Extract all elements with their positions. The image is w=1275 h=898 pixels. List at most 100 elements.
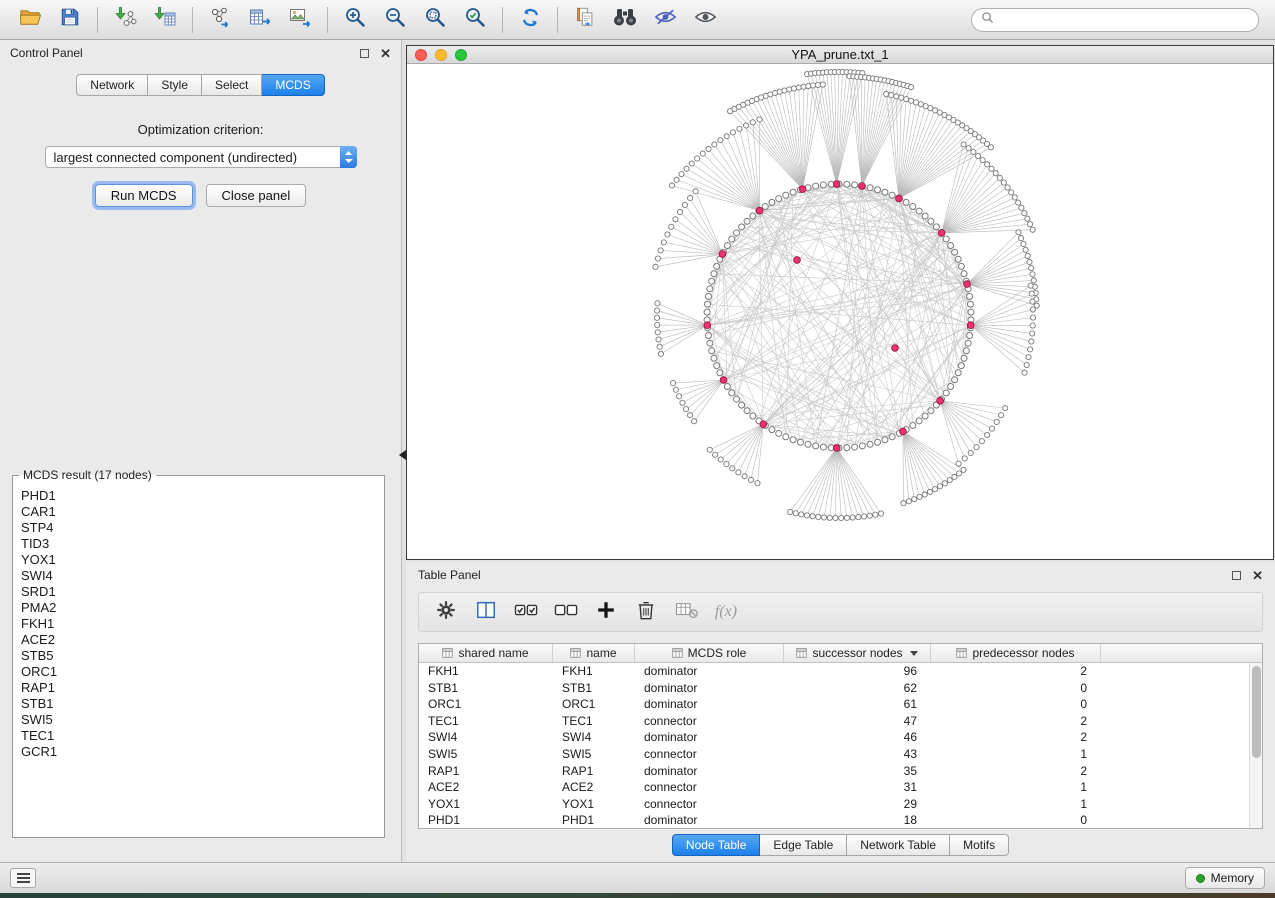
- table-row[interactable]: PHD1PHD1dominator180: [419, 812, 1249, 828]
- tab-node-table[interactable]: Node Table: [672, 834, 761, 856]
- memory-label: Memory: [1211, 871, 1254, 885]
- import-table-button[interactable]: [145, 4, 185, 36]
- apply-layout-button[interactable]: [510, 4, 550, 36]
- save-session-button[interactable]: [50, 4, 90, 36]
- table-row[interactable]: FKH1FKH1dominator962: [419, 663, 1249, 680]
- tab-network[interactable]: Network: [76, 74, 148, 96]
- cell-role: dominator: [635, 696, 784, 713]
- create-column-button[interactable]: [589, 597, 623, 627]
- table-scrollbar[interactable]: [1249, 663, 1262, 828]
- search-network-button[interactable]: [605, 4, 645, 36]
- table-panel-tabs: Node Table Edge Table Network Table Moti…: [406, 834, 1275, 856]
- memory-button[interactable]: Memory: [1185, 867, 1265, 889]
- close-panel-icon[interactable]: ✕: [1252, 571, 1263, 580]
- tab-style[interactable]: Style: [148, 74, 202, 96]
- deselect-all-rows-button[interactable]: [549, 597, 583, 627]
- tab-select[interactable]: Select: [202, 74, 262, 96]
- column-label: predecessor nodes: [972, 646, 1074, 660]
- zoom-in-button[interactable]: [335, 4, 375, 36]
- column-header-shared-name[interactable]: shared name: [419, 644, 553, 662]
- zoom-out-button[interactable]: [375, 4, 415, 36]
- search-input[interactable]: [1000, 13, 1249, 27]
- table-row[interactable]: ACE2ACE2connector311: [419, 779, 1249, 796]
- application-window: Control Panel ✕ Network Style Select MCD…: [0, 0, 1275, 893]
- mcds-result-item[interactable]: SWI5: [21, 712, 382, 728]
- show-all-button[interactable]: [685, 4, 725, 36]
- network-window-titlebar[interactable]: YPA_prune.txt_1: [407, 46, 1273, 64]
- hide-selected-button[interactable]: [645, 4, 685, 36]
- network-view[interactable]: [407, 64, 1273, 559]
- mcds-result-item[interactable]: PHD1: [21, 488, 382, 504]
- mcds-result-item[interactable]: RAP1: [21, 680, 382, 696]
- table-row[interactable]: SWI5SWI5connector431: [419, 746, 1249, 763]
- show-columns-button[interactable]: [469, 597, 503, 627]
- column-header-name[interactable]: name: [553, 644, 635, 662]
- control-panel-titlebar: Control Panel ✕: [0, 40, 401, 66]
- mcds-result-item[interactable]: STP4: [21, 520, 382, 536]
- table-row[interactable]: RAP1RAP1dominator352: [419, 763, 1249, 780]
- run-mcds-button[interactable]: Run MCDS: [95, 184, 193, 207]
- tab-motifs[interactable]: Motifs: [950, 834, 1009, 856]
- table-row[interactable]: SWI4SWI4dominator462: [419, 729, 1249, 746]
- zoom-fit-button[interactable]: [415, 4, 455, 36]
- export-image-button[interactable]: [280, 4, 320, 36]
- export-table-button[interactable]: [240, 4, 280, 36]
- delete-column-button[interactable]: [629, 597, 663, 627]
- splitter-collapse-arrow[interactable]: [399, 450, 406, 460]
- task-history-button[interactable]: [10, 868, 36, 888]
- network-canvas[interactable]: [407, 64, 1273, 559]
- mcds-result-item[interactable]: FKH1: [21, 616, 382, 632]
- cell-role: dominator: [635, 680, 784, 697]
- mcds-result-title: MCDS result (17 nodes): [19, 468, 156, 482]
- mcds-result-item[interactable]: SWI4: [21, 568, 382, 584]
- function-builder-button[interactable]: f(x): [709, 597, 743, 627]
- search-box[interactable]: [971, 8, 1259, 32]
- column-header-empty: [1101, 644, 1262, 662]
- table-row[interactable]: STB1STB1dominator620: [419, 680, 1249, 697]
- table-settings-button[interactable]: [429, 597, 463, 627]
- float-panel-icon[interactable]: [1232, 571, 1241, 580]
- column-header-mcds-role[interactable]: MCDS role: [635, 644, 784, 662]
- mcds-result-item[interactable]: STB1: [21, 696, 382, 712]
- mcds-result-item[interactable]: ACE2: [21, 632, 382, 648]
- toolbar-separator: [327, 7, 328, 33]
- float-panel-icon[interactable]: [360, 49, 369, 58]
- select-all-rows-button[interactable]: [509, 597, 543, 627]
- tab-network-table[interactable]: Network Table: [847, 834, 950, 856]
- open-file-button[interactable]: [10, 4, 50, 36]
- scrollbar-thumb[interactable]: [1252, 666, 1261, 758]
- table-row[interactable]: TEC1TEC1connector472: [419, 713, 1249, 730]
- search-icon: [981, 11, 994, 29]
- mcds-result-item[interactable]: TEC1: [21, 728, 382, 744]
- close-panel-button[interactable]: Close panel: [206, 184, 307, 207]
- column-header-predecessor-nodes[interactable]: predecessor nodes: [931, 644, 1101, 662]
- mcds-result-item[interactable]: CAR1: [21, 504, 382, 520]
- mcds-result-item[interactable]: STB5: [21, 648, 382, 664]
- mcds-result-item[interactable]: ORC1: [21, 664, 382, 680]
- mcds-result-item[interactable]: GCR1: [21, 744, 382, 760]
- network-window-title: YPA_prune.txt_1: [791, 47, 888, 62]
- copy-style-button[interactable]: [565, 4, 605, 36]
- cell-name: ORC1: [553, 696, 635, 713]
- close-panel-icon[interactable]: ✕: [380, 49, 391, 58]
- export-network-button[interactable]: [200, 4, 240, 36]
- window-maximize-icon[interactable]: [455, 49, 467, 61]
- window-close-icon[interactable]: [415, 49, 427, 61]
- mcds-result-item[interactable]: YOX1: [21, 552, 382, 568]
- zoom-selected-button[interactable]: [455, 4, 495, 36]
- tab-edge-table[interactable]: Edge Table: [760, 834, 847, 856]
- toggle-column-visibility-button[interactable]: [669, 597, 703, 627]
- table-row[interactable]: ORC1ORC1dominator610: [419, 696, 1249, 713]
- optimization-dropdown[interactable]: largest connected component (undirected): [45, 146, 357, 168]
- cell-successors: 47: [784, 713, 931, 730]
- import-network-button[interactable]: [105, 4, 145, 36]
- window-minimize-icon[interactable]: [435, 49, 447, 61]
- table-row[interactable]: YOX1YOX1connector291: [419, 796, 1249, 813]
- mcds-result-item[interactable]: PMA2: [21, 600, 382, 616]
- tab-mcds[interactable]: MCDS: [262, 74, 324, 96]
- mcds-result-item[interactable]: SRD1: [21, 584, 382, 600]
- cell-successors: 31: [784, 779, 931, 796]
- column-header-successor-nodes[interactable]: successor nodes: [784, 644, 931, 662]
- mcds-result-item[interactable]: TID3: [21, 536, 382, 552]
- mcds-buttons-row: Run MCDS Close panel: [0, 184, 401, 207]
